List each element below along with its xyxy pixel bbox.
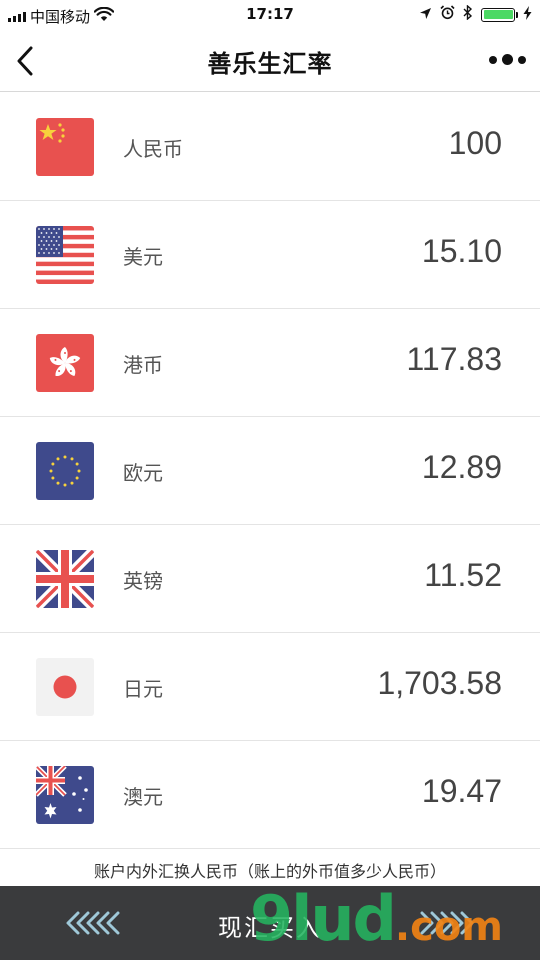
page-title: 善乐生汇率 — [207, 50, 333, 78]
currency-row[interactable]: 欧元 12.89 — [0, 417, 540, 525]
currency-row[interactable]: 人民币 100 — [0, 93, 540, 201]
next-button[interactable] — [420, 910, 476, 940]
currency-name: 日元 — [123, 677, 163, 701]
currency-row[interactable]: 港币 117.83 — [0, 309, 540, 417]
nav-bar: 善乐生汇率 — [0, 30, 540, 92]
currency-value: 100 — [448, 125, 502, 161]
currency-row[interactable]: 美元 15.10 — [0, 201, 540, 309]
more-button[interactable] — [489, 54, 526, 65]
currency-value: 117.83 — [406, 341, 503, 377]
currency-value: 1,703.58 — [377, 665, 502, 701]
battery-icon — [481, 7, 518, 22]
currency-name: 英镑 — [123, 569, 163, 593]
status-right — [419, 4, 532, 24]
cn-flag-icon — [36, 118, 94, 176]
currency-value: 15.10 — [421, 233, 502, 269]
currency-name: 澳元 — [123, 785, 163, 809]
alarm-icon — [440, 5, 455, 24]
bottom-bar: 现汇买入 — [0, 886, 540, 960]
currency-name: 美元 — [123, 245, 163, 269]
au-flag-icon — [36, 766, 94, 824]
currency-value: 19.47 — [421, 773, 502, 809]
more-dots-icon — [489, 54, 526, 65]
currency-list: 人民币 100 美元 15.10 港币 117.83 欧元 12.89 英镑 1… — [0, 93, 540, 849]
chevrons-right-icon — [420, 911, 474, 935]
currency-name: 港币 — [123, 353, 163, 377]
currency-row[interactable]: 日元 1,703.58 — [0, 633, 540, 741]
us-flag-icon — [36, 226, 94, 284]
currency-value: 12.89 — [421, 449, 502, 485]
hk-flag-icon — [36, 334, 94, 392]
jp-flag-icon — [36, 658, 94, 716]
currency-name: 人民币 — [123, 137, 183, 161]
currency-name: 欧元 — [123, 461, 163, 485]
currency-value: 11.52 — [424, 557, 502, 593]
currency-row[interactable]: 澳元 19.47 — [0, 741, 540, 849]
status-bar: 中国移动 17:17 — [0, 0, 540, 30]
location-icon — [419, 6, 432, 24]
eu-flag-icon — [36, 442, 94, 500]
currency-row[interactable]: 英镑 11.52 — [0, 525, 540, 633]
footnote: 账户内外汇换人民币（账上的外币值多少人民币） — [93, 862, 446, 881]
charging-icon — [523, 5, 532, 24]
bluetooth-icon — [463, 4, 473, 24]
uk-flag-icon — [36, 550, 94, 608]
